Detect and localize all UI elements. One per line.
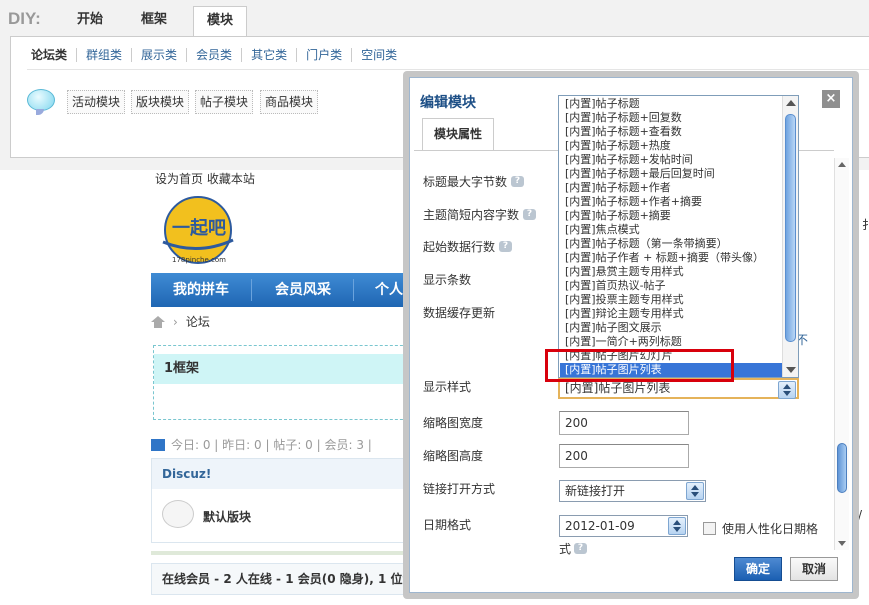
category-display[interactable]: 展示类 (131, 48, 186, 62)
dropdown-option[interactable]: [内置]帖子标题（第一条带摘要） (560, 237, 782, 251)
humanize-date-label-tail: 式 (559, 542, 572, 556)
highlight-box (545, 349, 734, 382)
category-portal[interactable]: 门户类 (296, 48, 351, 62)
logo-text: 一起吧 (172, 217, 226, 239)
nav-member-showcase[interactable]: 会员风采 (275, 273, 331, 307)
label-summary-bytes: 主题简短内容字数? (423, 206, 537, 223)
dialog-scrollbar[interactable] (834, 158, 849, 550)
scroll-up-icon[interactable] (786, 100, 796, 106)
diy-title: DIY: (8, 9, 41, 28)
humanize-date-checkbox[interactable] (703, 522, 716, 535)
nav-my-carpool[interactable]: 我的拼车 (173, 273, 229, 307)
label-start-row: 起始数据行数? (423, 238, 513, 255)
link-open-select[interactable]: 新链接打开 (559, 480, 706, 502)
display-style-dropdown[interactable]: [内置]帖子标题 [内置]帖子标题+回复数 [内置]帖子标题+查看数 [内置]帖子标题… (558, 95, 799, 378)
cancel-button[interactable]: 取消 (790, 557, 838, 581)
close-icon[interactable]: × (822, 90, 840, 108)
scroll-thumb[interactable] (837, 443, 847, 493)
right-fragment: 扌 (862, 218, 869, 232)
module-activity[interactable]: 活动模块 (67, 90, 126, 114)
dropdown-option[interactable]: [内置]悬赏主题专用样式 (560, 265, 782, 279)
online-members: 在线会员 - 2 人在线 - 1 会员(0 隐身), 1 位游 (151, 563, 413, 595)
breadcrumb-forum[interactable]: 论坛 (186, 313, 210, 330)
label-thumb-height: 缩略图高度 (423, 449, 484, 463)
nav-divider (353, 279, 354, 301)
tab-module[interactable]: 模块 (193, 6, 247, 38)
divider (27, 69, 869, 70)
module-forum[interactable]: 版块模块 (131, 90, 190, 114)
dropdown-option[interactable]: [内置]帖子标题+查看数 (560, 125, 782, 139)
dropdown-option[interactable]: [内置]帖子标题 (560, 97, 782, 111)
dropdown-option[interactable]: [内置]一简介+两列标题 (560, 335, 782, 349)
tab-frame[interactable]: 框架 (126, 6, 182, 36)
label-title-max-bytes: 标题最大字节数? (423, 173, 525, 190)
label-cache-update: 数据缓存更新 (423, 306, 496, 320)
dropdown-option[interactable]: [内置]焦点模式 (560, 223, 782, 237)
dropdown-option[interactable]: [内置]帖子标题+回复数 (560, 111, 782, 125)
tab-module-properties[interactable]: 模块属性 (422, 118, 494, 150)
dropdown-option[interactable]: [内置]帖子标题+摘要 (560, 209, 782, 223)
thumb-width-input[interactable]: 200 (559, 411, 689, 435)
breadcrumb: › 论坛 (151, 313, 210, 330)
category-space[interactable]: 空间类 (351, 48, 406, 62)
help-icon[interactable]: ? (499, 241, 513, 252)
dropdown-option[interactable]: [内置]帖子标题+作者 (560, 181, 782, 195)
help-icon[interactable]: ? (574, 543, 587, 554)
dropdown-option[interactable]: [内置]帖子标题+热度 (560, 139, 782, 153)
forum-stats: 今日: 0 | 昨日: 0 | 帖子: 0 | 会员: 3 | (151, 436, 372, 453)
forum-group: Discuz! 默认版块 (151, 458, 413, 543)
humanize-date-label: 使用人性化日期格 (722, 522, 819, 536)
module-thread[interactable]: 帖子模块 (195, 90, 254, 114)
dropdown-option[interactable]: [内置]投票主题专用样式 (560, 293, 782, 307)
stats-text: 今日: 0 | 昨日: 0 | 帖子: 0 | 会员: 3 | (171, 438, 372, 452)
divider (151, 551, 413, 555)
label-link-open: 链接打开方式 (423, 482, 496, 496)
tab-start[interactable]: 开始 (62, 6, 118, 36)
category-forum[interactable]: 论坛类 (31, 48, 76, 62)
label-display-count: 显示条数 (423, 273, 472, 287)
dropdown-option[interactable]: [内置]辩论主题专用样式 (560, 307, 782, 321)
dropdown-option[interactable]: [内置]首页热议-帖子 (560, 279, 782, 293)
forum-name[interactable]: 默认版块 (203, 508, 251, 525)
nav-divider (251, 279, 252, 301)
scroll-down-icon[interactable] (838, 541, 846, 546)
scroll-thumb[interactable] (785, 114, 796, 342)
confirm-button[interactable]: 确定 (734, 557, 782, 581)
site-logo: 一起吧 178pinche.com (162, 196, 234, 264)
dropdown-option[interactable]: [内置]帖子图文展示 (560, 321, 782, 335)
dropdown-option[interactable]: [内置]帖子标题+发帖时间 (560, 153, 782, 167)
scroll-up-icon[interactable] (838, 162, 846, 167)
help-icon[interactable]: ? (511, 176, 525, 187)
category-member[interactable]: 会员类 (186, 48, 241, 62)
scroll-down-icon[interactable] (786, 367, 796, 373)
top-links[interactable]: 设为首页 收藏本站 (155, 170, 255, 187)
logo-url: 178pinche.com (172, 256, 226, 264)
spinner-icon (668, 517, 686, 535)
forum-icon (162, 500, 194, 528)
diy-frame[interactable]: 1框架 (153, 345, 413, 420)
home-icon[interactable] (151, 315, 165, 328)
spinner-icon (778, 381, 796, 399)
forum-group-title[interactable]: Discuz! (152, 459, 412, 489)
category-group[interactable]: 群组类 (76, 48, 131, 62)
label-display-style: 显示样式 (423, 380, 472, 394)
dropdown-option[interactable]: [内置]帖子标题+最后回复时间 (560, 167, 782, 181)
dropdown-option[interactable]: [内置]帖子标题+作者+摘要 (560, 195, 782, 209)
label-date-format: 日期格式 (423, 518, 472, 532)
dialog-title: 编辑模块 (420, 95, 476, 111)
frame-title: 1框架 (154, 354, 412, 384)
thumb-height-input[interactable]: 200 (559, 444, 689, 468)
dropdown-scrollbar[interactable] (782, 96, 798, 377)
help-icon[interactable]: ? (523, 209, 537, 220)
dropdown-option[interactable]: [内置]帖子作者 + 标题+摘要（带头像） (560, 251, 782, 265)
category-other[interactable]: 其它类 (241, 48, 296, 62)
date-format-select[interactable]: 2012-01-09 (559, 515, 688, 537)
spinner-icon (686, 482, 704, 500)
speech-bubble-icon (27, 89, 55, 115)
module-goods[interactable]: 商品模块 (260, 90, 319, 114)
category-row: 论坛类 群组类 展示类 会员类 其它类 门户类 空间类 (31, 48, 406, 62)
chart-icon (151, 438, 165, 451)
label-thumb-width: 缩略图宽度 (423, 416, 484, 430)
main-nav: 我的拼车 会员风采 个人中 (151, 273, 411, 332)
